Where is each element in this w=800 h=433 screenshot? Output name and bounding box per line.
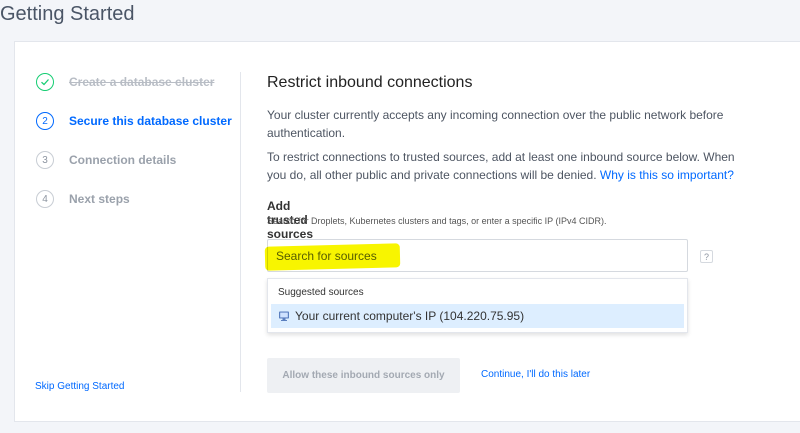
intro-text: Your cluster currently accepts any incom… (267, 108, 724, 140)
computer-icon (279, 311, 289, 321)
continue-later-link[interactable]: Continue, I'll do this later (481, 369, 590, 380)
page-title: Getting Started (0, 3, 135, 25)
step-create-cluster: Create a database cluster (36, 73, 214, 91)
suggested-source-item[interactable]: Your current computer's IP (104.220.75.9… (271, 304, 684, 328)
step-number: 4 (36, 190, 54, 208)
skip-getting-started-link[interactable]: Skip Getting Started (35, 381, 125, 392)
step-secure-cluster: 2 Secure this database cluster (36, 112, 232, 130)
suggested-sources-heading: Suggested sources (278, 287, 364, 298)
step-label: Create a database cluster (69, 75, 215, 89)
check-icon (36, 73, 54, 91)
step-connection-details: 3 Connection details (36, 151, 176, 169)
sources-help-text: Search for Droplets, Kubernetes clusters… (267, 216, 607, 226)
restrict-text: To restrict connections to trusted sourc… (267, 148, 747, 184)
divider (240, 72, 241, 392)
step-number: 3 (36, 151, 54, 169)
suggested-sources-dropdown: Suggested sources Your current computer'… (267, 278, 688, 333)
step-label: Next steps (69, 192, 130, 206)
getting-started-card: Create a database cluster 2 Secure this … (14, 41, 800, 422)
help-icon[interactable]: ? (700, 250, 713, 263)
step-next-steps: 4 Next steps (36, 190, 130, 208)
section-title: Restrict inbound connections (267, 74, 473, 91)
step-label: Secure this database cluster (69, 114, 232, 128)
why-important-link[interactable]: Why is this so important? (600, 168, 734, 182)
step-number: 2 (36, 112, 54, 130)
search-sources-input[interactable] (267, 239, 688, 272)
step-label: Connection details (69, 153, 177, 167)
allow-inbound-sources-button[interactable]: Allow these inbound sources only (267, 358, 460, 393)
suggested-source-label: Your current computer's IP (104.220.75.9… (295, 309, 525, 323)
